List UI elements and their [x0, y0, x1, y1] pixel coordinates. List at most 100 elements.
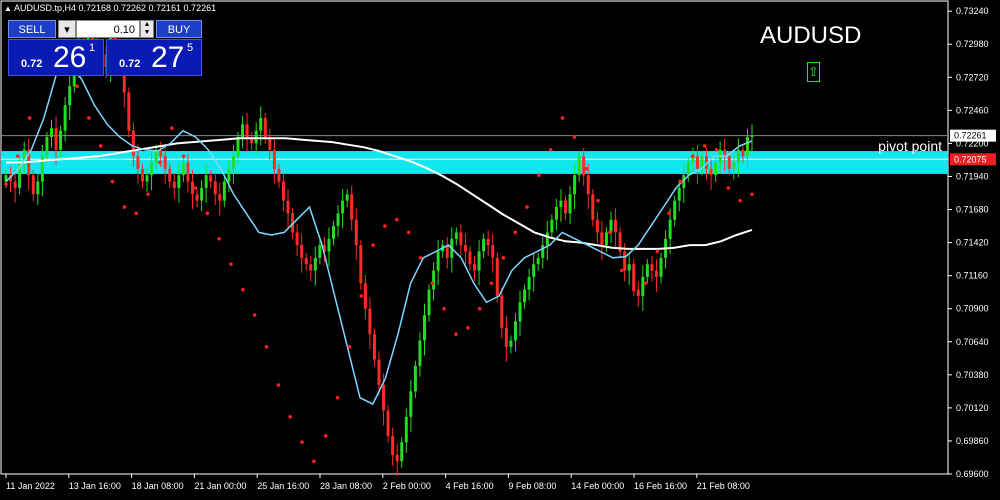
symbol-title: AUDUSD [760, 22, 862, 49]
lot-stepper-icon[interactable]: ▲ ▼ [140, 20, 154, 38]
bull-candle [745, 137, 749, 157]
bull-candle [550, 219, 554, 233]
y-tick-label: 0.70120 [956, 403, 989, 413]
bear-candle [491, 245, 495, 258]
bull-candle [732, 162, 736, 169]
sar-dot [27, 116, 32, 120]
bull-candle [45, 137, 49, 157]
bull-candle [259, 117, 263, 131]
pivot-point-label: pivot point [878, 138, 942, 154]
bull-candle [545, 232, 549, 246]
sar-dot [418, 256, 423, 260]
bull-candle [236, 137, 240, 157]
sar-dot [489, 281, 494, 286]
bull-candle [400, 442, 404, 462]
x-tick-label: 11 Jan 2022 [6, 481, 55, 491]
bear-candle [272, 149, 276, 169]
sar-dot [679, 179, 683, 184]
bull-candle [68, 86, 72, 106]
bear-candle [172, 181, 176, 188]
bull-candle [609, 219, 613, 233]
bull-candle [422, 315, 426, 341]
bear-candle [163, 156, 167, 169]
bear-candle [391, 435, 395, 455]
bull-candle [645, 264, 649, 277]
bear-candle [140, 168, 144, 182]
sar-dot [193, 186, 198, 190]
sar-dot [217, 236, 221, 241]
x-tick-label: 25 Jan 16:00 [257, 481, 309, 491]
bull-candle [318, 245, 322, 258]
sar-dot [158, 160, 162, 165]
y-tick-label: 0.71160 [956, 271, 988, 281]
lot-dropdown-icon[interactable]: ▾ [58, 20, 76, 38]
bull-candle [686, 162, 690, 176]
bull-candle [513, 321, 517, 341]
buy-price-box[interactable]: 0.72 27 5 [106, 39, 202, 76]
bear-candle [309, 264, 313, 271]
sar-dot [430, 281, 435, 286]
x-tick-label: 18 Jan 08:00 [132, 481, 184, 491]
bull-candle [200, 187, 204, 201]
sar-dot [619, 268, 624, 273]
x-tick-label: 14 Feb 00:00 [571, 481, 624, 491]
bull-candle [659, 257, 663, 277]
bull-candle [559, 200, 563, 207]
sar-dot [87, 116, 91, 120]
y-tick-label: 0.73240 [956, 6, 989, 16]
lot-size-input[interactable]: 0.10 [76, 20, 140, 38]
bull-candle [241, 124, 245, 138]
sar-dot [738, 198, 742, 203]
sar-dot [560, 116, 565, 120]
sar-dot [383, 224, 387, 228]
bull-candle [677, 187, 681, 201]
bear-candle [368, 308, 372, 335]
bull-candle [714, 162, 718, 176]
bull-candle [523, 289, 527, 303]
sar-dot [537, 173, 541, 177]
bull-candle [736, 149, 740, 163]
buy-button[interactable]: BUY [156, 20, 202, 38]
bear-candle [473, 264, 477, 271]
bear-candle [363, 283, 367, 309]
y-tick-label: 0.70900 [956, 304, 989, 314]
bear-candle [595, 219, 599, 233]
sell-button[interactable]: SELL [8, 20, 56, 38]
bull-candle [345, 194, 349, 201]
sar-dot [466, 325, 470, 330]
sell-price-fraction: 1 [89, 42, 96, 54]
bull-candle [145, 175, 149, 182]
bear-candle [209, 175, 213, 182]
sar-dot [169, 126, 174, 130]
sar-dot [264, 345, 269, 349]
bull-candle [577, 156, 581, 176]
bull-candle [254, 130, 258, 144]
bull-candle [36, 181, 40, 195]
bull-candle [668, 219, 672, 239]
sar-dot [75, 84, 79, 88]
bear-candle [218, 194, 222, 201]
bull-candle [627, 264, 631, 271]
collapse-arrow-icon[interactable]: ▲ [4, 4, 12, 13]
bear-candle [195, 194, 199, 201]
bear-candle [495, 257, 499, 296]
x-tick-label: 21 Jan 00:00 [194, 481, 246, 491]
sar-dot [241, 287, 245, 292]
sell-price-box[interactable]: 0.72 26 1 [8, 39, 104, 76]
bear-candle [127, 92, 131, 131]
bear-candle [395, 454, 399, 462]
sar-dot [300, 440, 304, 445]
bull-candle [150, 162, 154, 176]
chart-area[interactable]: 0.73240 0.72980 0.72720 0.72460 0.72200 0.719… [0, 0, 1000, 495]
bull-candle [222, 181, 226, 201]
y-tick-label: 0.69600 [956, 469, 989, 479]
bear-candle [632, 264, 636, 290]
bear-candle [168, 168, 172, 182]
bull-candle [432, 270, 436, 290]
sar-dot [347, 345, 352, 349]
bull-candle [554, 206, 558, 220]
bear-candle [741, 149, 745, 157]
bull-candle [527, 276, 531, 290]
bear-candle [54, 128, 58, 150]
bear-candle [354, 219, 358, 246]
